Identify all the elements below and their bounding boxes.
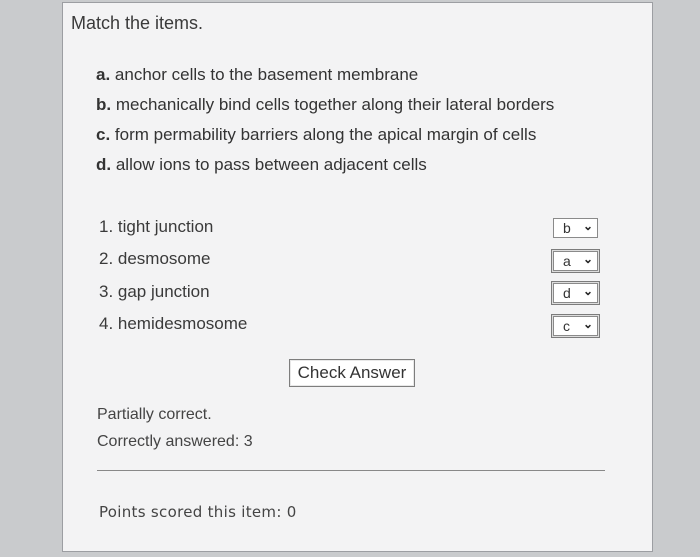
chevron-down-icon: ⌄: [582, 252, 593, 266]
item-desmosome: 2. desmosome: [99, 249, 211, 268]
item-tight-junction: 1. tight junction: [99, 217, 214, 236]
divider: [97, 470, 605, 471]
item-hemidesmosome: 4. hemidesmosome: [99, 314, 248, 333]
chevron-down-icon: ⌄: [582, 219, 593, 233]
select-value: d: [563, 285, 571, 301]
description-text: mechanically bind cells together along t…: [115, 95, 555, 114]
points-scored: Points scored this item: 0: [99, 503, 297, 521]
description-d: d. allow ions to pass between adjacent c…: [96, 155, 427, 175]
description-c: c. form permability barriers along the a…: [96, 125, 536, 145]
match-select-2[interactable]: a ⌄: [553, 251, 598, 271]
select-value: a: [563, 253, 571, 269]
match-select-1[interactable]: b ⌄: [553, 218, 598, 238]
select-value: c: [563, 318, 570, 334]
check-answer-button[interactable]: Check Answer: [289, 359, 415, 387]
select-value: b: [563, 220, 571, 236]
question-title: Match the items.: [71, 13, 204, 33]
feedback-status: Partially correct.: [97, 406, 212, 423]
description-letter: d.: [96, 155, 112, 174]
match-select-4[interactable]: c ⌄: [553, 316, 598, 336]
description-letter: a.: [96, 65, 111, 84]
match-select-3[interactable]: d ⌄: [553, 283, 598, 303]
description-text: allow ions to pass between adjacent cell…: [115, 155, 427, 174]
chevron-down-icon: ⌄: [582, 284, 593, 298]
description-text: anchor cells to the basement membrane: [114, 65, 419, 84]
chevron-down-icon: ⌄: [582, 317, 593, 331]
description-a: a. anchor cells to the basement membrane: [96, 65, 418, 85]
question-panel: Match the items. a. anchor cells to the …: [62, 2, 653, 552]
description-text: form permability barriers along the apic…: [114, 125, 537, 144]
item-gap-junction: 3. gap junction: [99, 282, 210, 301]
description-letter: b.: [96, 95, 112, 114]
description-b: b. mechanically bind cells together alon…: [96, 95, 554, 115]
description-letter: c.: [96, 125, 111, 144]
feedback-correct-count: Correctly answered: 3: [97, 433, 253, 450]
